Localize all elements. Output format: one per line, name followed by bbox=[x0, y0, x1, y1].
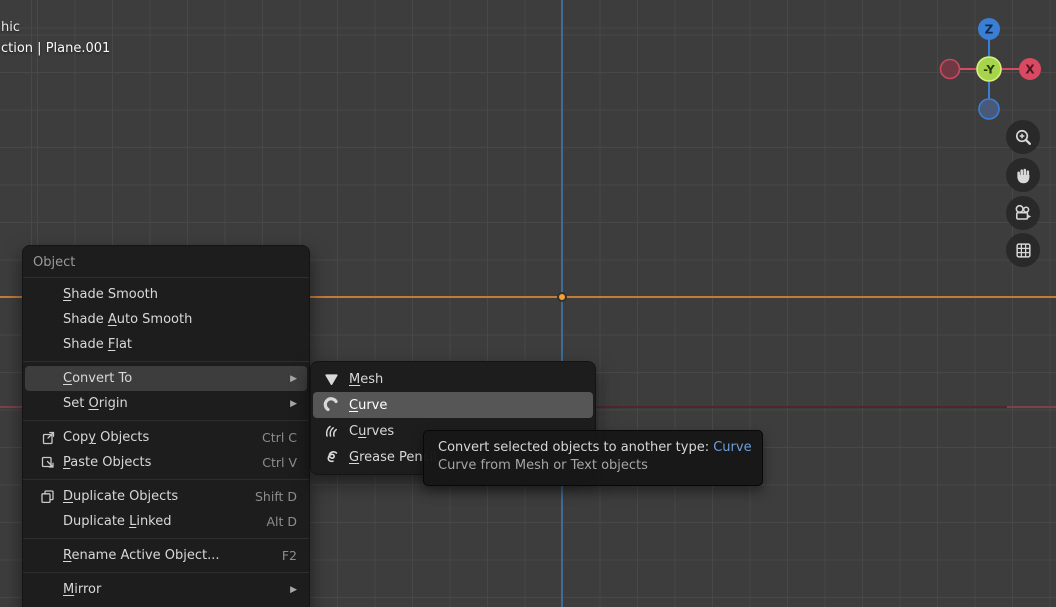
menu-item-label: Curve bbox=[349, 398, 387, 413]
navigation-gizmo[interactable]: Z X -Y bbox=[935, 12, 1047, 124]
magnifier-plus-icon bbox=[1014, 128, 1033, 147]
gizmo-x-label: X bbox=[1025, 63, 1035, 77]
menu-item-curve[interactable]: Curve bbox=[313, 392, 593, 418]
menu-item-label: Mirror bbox=[63, 582, 101, 597]
curves-data-icon bbox=[323, 422, 349, 440]
menu-item-label: Duplicate Linked bbox=[63, 514, 172, 529]
menu-item-label: Copy Objects bbox=[63, 430, 149, 445]
mesh-data-icon bbox=[323, 371, 349, 388]
object-context-menu: Object Shade Smooth Shade Auto Smooth Shad… bbox=[22, 245, 310, 607]
menu-item-label: Duplicate Objects bbox=[63, 489, 178, 504]
viewport-view-label: hic bbox=[1, 20, 20, 35]
menu-separator bbox=[23, 420, 309, 421]
menu-separator bbox=[23, 277, 309, 278]
menu-item-duplicate-linked[interactable]: Duplicate Linked Alt D bbox=[25, 509, 307, 534]
gizmo-neg-z-ball[interactable] bbox=[979, 99, 999, 119]
menu-separator bbox=[23, 361, 309, 362]
menu-item-copy-objects[interactable]: Copy Objects Ctrl C bbox=[25, 425, 307, 450]
tooltip-operator-value: Curve bbox=[713, 440, 751, 455]
menu-item-shade-flat[interactable]: Shade Flat bbox=[25, 332, 307, 357]
menu-item-label: Convert To bbox=[63, 371, 132, 386]
hand-icon bbox=[1014, 166, 1033, 185]
menu-item-rename-active-object[interactable]: Rename Active Object... F2 bbox=[25, 543, 307, 568]
grease-pencil-icon bbox=[323, 448, 349, 466]
menu-item-label: Shade Auto Smooth bbox=[63, 312, 192, 327]
gizmo-front-ball[interactable]: -Y bbox=[977, 57, 1001, 81]
menu-item-mirror[interactable]: Mirror ▶ bbox=[25, 577, 307, 602]
menu-item-snap[interactable]: Snap▶ bbox=[25, 602, 307, 607]
tooltip: Convert selected objects to another type… bbox=[423, 430, 763, 486]
tooltip-description: Curve from Mesh or Text objects bbox=[438, 457, 748, 475]
shortcut-label: F2 bbox=[270, 548, 297, 563]
gizmo-x-ball[interactable]: X bbox=[1019, 58, 1041, 80]
menu-item-label: Shade Flat bbox=[63, 337, 132, 352]
duplicate-icon bbox=[39, 488, 63, 505]
menu-separator bbox=[23, 572, 309, 573]
gizmo-z-ball[interactable]: Z bbox=[978, 18, 1000, 40]
object-origin-dot[interactable] bbox=[557, 292, 567, 302]
submenu-arrow-icon: ▶ bbox=[278, 399, 297, 409]
blender-3d-viewport[interactable]: hic ction | Plane.001 Z X -Y bbox=[0, 0, 1056, 607]
gizmo-neg-x-ball[interactable] bbox=[941, 60, 960, 79]
menu-item-label: Set Origin bbox=[63, 396, 128, 411]
menu-title: Object bbox=[23, 251, 309, 273]
viewport-active-object-label: ction | Plane.001 bbox=[1, 41, 110, 56]
gizmo-z-label: Z bbox=[985, 23, 994, 37]
menu-item-label: Paste Objects bbox=[63, 455, 151, 470]
menu-separator bbox=[23, 479, 309, 480]
menu-item-paste-objects[interactable]: Paste Objects Ctrl V bbox=[25, 450, 307, 475]
menu-item-set-origin[interactable]: Set Origin ▶ bbox=[25, 391, 307, 416]
menu-item-shade-auto-smooth[interactable]: Shade Auto Smooth bbox=[25, 307, 307, 332]
gizmo-front-label: -Y bbox=[983, 63, 995, 77]
paste-icon bbox=[39, 454, 63, 471]
submenu-arrow-icon: ▶ bbox=[278, 374, 297, 384]
menu-item-mesh[interactable]: Mesh bbox=[313, 366, 593, 392]
pan-button[interactable] bbox=[1006, 158, 1040, 192]
menu-item-label: Mesh bbox=[349, 372, 383, 387]
z-axis-line bbox=[561, 0, 563, 607]
curve-data-icon bbox=[323, 396, 349, 414]
grid-icon bbox=[1014, 241, 1033, 260]
menu-item-duplicate-objects[interactable]: Duplicate Objects Shift D bbox=[25, 484, 307, 509]
grid-view-button[interactable] bbox=[1006, 233, 1040, 267]
menu-item-shade-smooth[interactable]: Shade Smooth bbox=[25, 282, 307, 307]
menu-item-convert-to[interactable]: Convert To ▶ bbox=[25, 366, 307, 391]
shortcut-label: Shift D bbox=[243, 489, 297, 504]
shortcut-label: Ctrl V bbox=[250, 455, 297, 470]
menu-item-label: Rename Active Object... bbox=[63, 548, 220, 563]
tooltip-title: Convert selected objects to another type… bbox=[438, 439, 748, 457]
menu-item-label: Shade Smooth bbox=[63, 287, 158, 302]
shortcut-label: Ctrl C bbox=[250, 430, 297, 445]
submenu-arrow-icon: ▶ bbox=[278, 585, 297, 595]
copy-icon bbox=[39, 429, 63, 446]
camera-icon bbox=[1013, 203, 1033, 223]
zoom-button[interactable] bbox=[1006, 120, 1040, 154]
shortcut-label: Alt D bbox=[254, 514, 297, 529]
menu-separator bbox=[23, 538, 309, 539]
camera-view-button[interactable] bbox=[1006, 196, 1040, 230]
menu-item-label: Curves bbox=[349, 424, 394, 439]
